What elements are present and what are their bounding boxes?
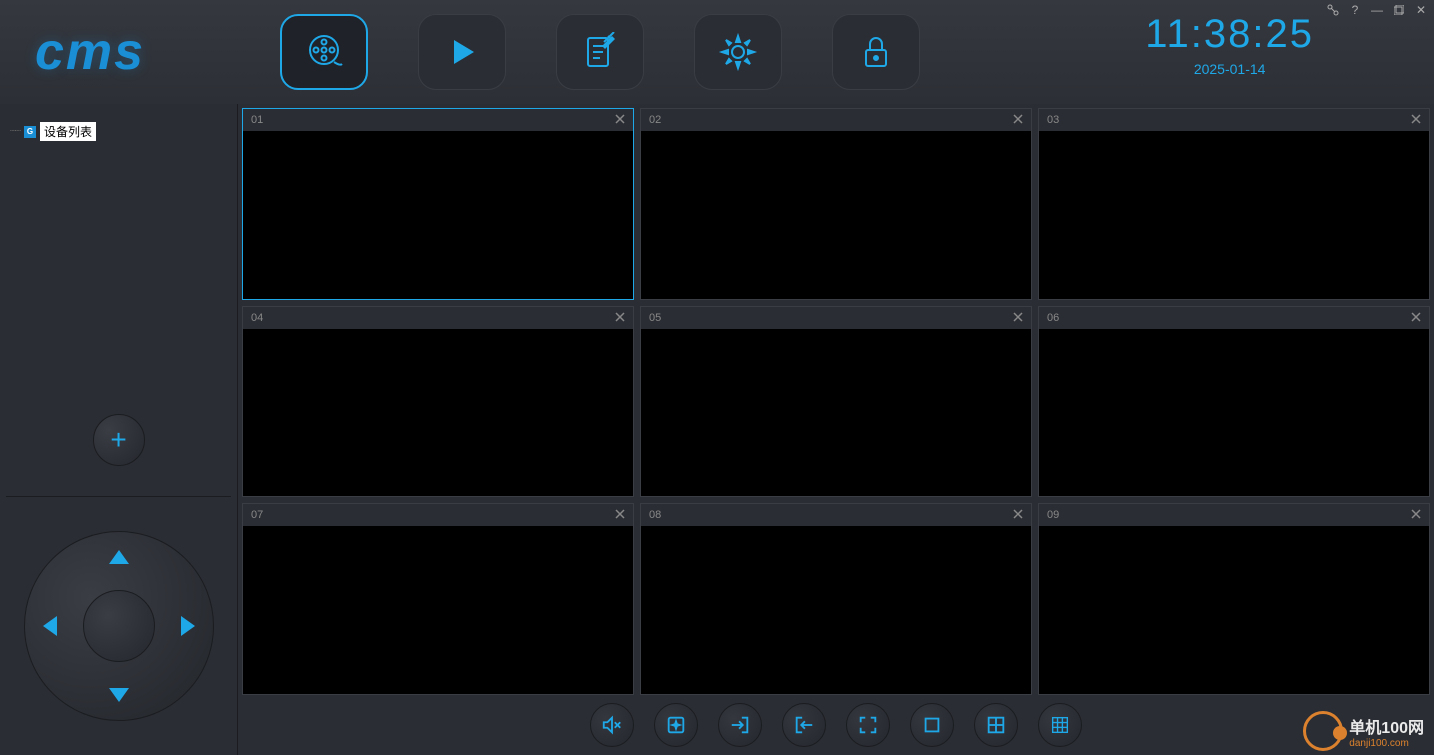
close-icon[interactable]: [1011, 112, 1025, 126]
live-view-button[interactable]: [280, 14, 368, 90]
snapshot-button[interactable]: [654, 703, 698, 747]
lock-icon: [856, 32, 896, 72]
sidebar: ┈┈ G 设备列表 +: [0, 104, 238, 755]
video-cell-header: 04: [243, 307, 633, 329]
close-icon[interactable]: [1409, 112, 1423, 126]
ptz-control-area: [0, 497, 237, 755]
add-device-button[interactable]: +: [93, 414, 145, 466]
close-icon[interactable]: [613, 112, 627, 126]
main-toolbar: [280, 14, 920, 90]
gear-icon: [718, 32, 758, 72]
video-cell-03[interactable]: 03: [1038, 108, 1430, 300]
video-cell-id: 03: [1047, 114, 1059, 126]
help-button[interactable]: ?: [1346, 2, 1364, 18]
close-icon[interactable]: [1011, 507, 1025, 521]
ptz-down-button[interactable]: [109, 688, 129, 702]
video-cell-id: 09: [1047, 509, 1059, 521]
video-cell-id: 07: [251, 509, 263, 521]
video-cell-header: 03: [1039, 109, 1429, 131]
app-logo: cms: [10, 22, 220, 82]
fullscreen-button[interactable]: [846, 703, 890, 747]
video-area: 01 02 03 04 05 06 07 08 09: [238, 104, 1434, 755]
device-list-root[interactable]: ┈┈ G 设备列表: [10, 122, 227, 141]
video-cell-04[interactable]: 04: [242, 306, 634, 498]
video-cell-id: 02: [649, 114, 661, 126]
video-cell-id: 05: [649, 312, 661, 324]
watermark-text: 单机100网 danji100.com: [1349, 714, 1424, 749]
video-cell-08[interactable]: 08: [640, 503, 1032, 695]
grid-2x2-icon: [985, 714, 1007, 736]
group-badge-icon: G: [24, 126, 36, 138]
layout-9-button[interactable]: [1038, 703, 1082, 747]
close-button[interactable]: ✕: [1412, 2, 1430, 18]
exit-icon: [793, 714, 815, 736]
video-cell-01[interactable]: 01: [242, 108, 634, 300]
video-cell-header: 05: [641, 307, 1031, 329]
video-cell-id: 04: [251, 312, 263, 324]
speaker-mute-icon: [601, 714, 623, 736]
close-icon[interactable]: [613, 310, 627, 324]
enter-icon: [729, 714, 751, 736]
device-tree: ┈┈ G 设备列表: [0, 104, 237, 384]
header: cms: [0, 0, 1434, 104]
video-cell-02[interactable]: 02: [640, 108, 1032, 300]
network-icon[interactable]: [1324, 2, 1342, 18]
playback-button[interactable]: [418, 14, 506, 90]
watermark-logo-icon: [1303, 711, 1343, 751]
video-cell-header: 02: [641, 109, 1031, 131]
ptz-up-button[interactable]: [109, 550, 129, 564]
video-cell-header: 09: [1039, 504, 1429, 526]
video-cell-header: 08: [641, 504, 1031, 526]
minimize-button[interactable]: —: [1368, 2, 1386, 18]
tree-connector-icon: ┈┈: [10, 126, 20, 137]
document-edit-icon: [580, 32, 620, 72]
settings-button[interactable]: [694, 14, 782, 90]
lock-button[interactable]: [832, 14, 920, 90]
ptz-right-button[interactable]: [181, 616, 195, 636]
window-controls: ? — ✕: [1324, 2, 1430, 18]
video-cell-header: 01: [243, 109, 633, 131]
play-icon: [442, 32, 482, 72]
video-cell-09[interactable]: 09: [1038, 503, 1430, 695]
video-grid: 01 02 03 04 05 06 07 08 09: [242, 108, 1430, 695]
plus-icon: +: [110, 424, 126, 456]
import-button[interactable]: [718, 703, 762, 747]
clock-date: 2025-01-14: [1145, 61, 1314, 77]
grid-3x3-icon: [1049, 714, 1071, 736]
film-reel-icon: [304, 32, 344, 72]
maximize-button[interactable]: [1390, 2, 1408, 18]
ptz-left-button[interactable]: [43, 616, 57, 636]
layout-1-button[interactable]: [910, 703, 954, 747]
add-button-area: +: [0, 384, 237, 496]
close-icon[interactable]: [1011, 310, 1025, 324]
sparkle-frame-icon: [665, 714, 687, 736]
video-cell-header: 06: [1039, 307, 1429, 329]
log-button[interactable]: [556, 14, 644, 90]
single-pane-icon: [921, 714, 943, 736]
video-cell-id: 06: [1047, 312, 1059, 324]
video-cell-id: 01: [251, 114, 263, 126]
video-cell-05[interactable]: 05: [640, 306, 1032, 498]
ptz-center-button[interactable]: [83, 590, 155, 662]
device-list-label: 设备列表: [40, 122, 96, 141]
video-cell-header: 07: [243, 504, 633, 526]
main-area: ┈┈ G 设备列表 + 01 02 03 04 05 06 07 08 09: [0, 104, 1434, 755]
close-icon[interactable]: [1409, 310, 1423, 324]
clock: 11:38:25 2025-01-14: [1145, 12, 1314, 77]
ptz-dpad: [24, 531, 214, 721]
video-cell-07[interactable]: 07: [242, 503, 634, 695]
close-icon[interactable]: [1409, 507, 1423, 521]
clock-time: 11:38:25: [1145, 12, 1314, 57]
close-icon[interactable]: [613, 507, 627, 521]
export-button[interactable]: [782, 703, 826, 747]
bottom-toolbar: 单机100网 danji100.com: [242, 695, 1430, 755]
mute-button[interactable]: [590, 703, 634, 747]
video-cell-06[interactable]: 06: [1038, 306, 1430, 498]
expand-icon: [857, 714, 879, 736]
watermark: 单机100网 danji100.com: [1303, 711, 1424, 751]
video-cell-id: 08: [649, 509, 661, 521]
layout-4-button[interactable]: [974, 703, 1018, 747]
